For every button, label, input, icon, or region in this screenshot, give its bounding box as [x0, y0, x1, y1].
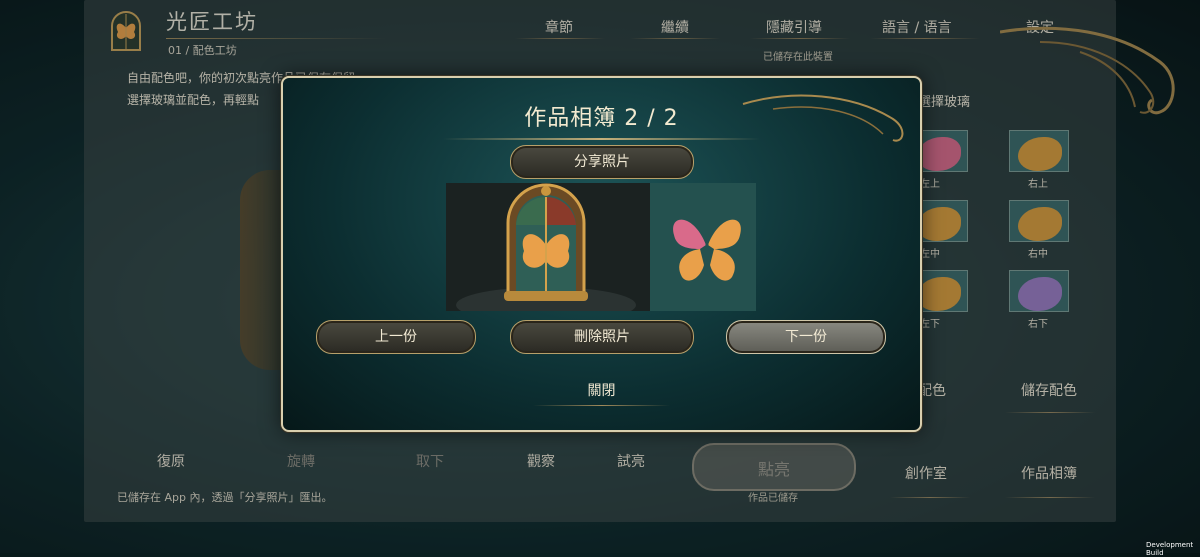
delete-photo-button[interactable]: 刪除照片: [510, 320, 694, 354]
butterfly-pattern-icon: [650, 183, 756, 311]
next-work-button[interactable]: 下一份: [726, 320, 886, 354]
share-photo-label: 分享照片: [574, 154, 630, 170]
share-photo-button[interactable]: 分享照片: [510, 145, 694, 179]
title-divider: [443, 138, 760, 140]
close-underline: [533, 405, 670, 406]
pattern-photo: [650, 183, 756, 311]
prev-work-button[interactable]: 上一份: [316, 320, 476, 354]
album-modal: 作品相簿 2 / 2 分享照片 上一份 刪除照片 下一份 關閉: [281, 76, 922, 432]
lamp-photo: [446, 183, 650, 311]
delete-photo-label: 刪除照片: [574, 329, 630, 345]
dev-build-label: Development Build: [1146, 541, 1194, 557]
lamp-render-icon: [446, 183, 650, 311]
modal-title: 作品相簿 2 / 2: [524, 106, 679, 131]
next-work-label: 下一份: [785, 329, 827, 345]
prev-work-label: 上一份: [375, 329, 417, 345]
close-button[interactable]: 關閉: [283, 380, 920, 400]
